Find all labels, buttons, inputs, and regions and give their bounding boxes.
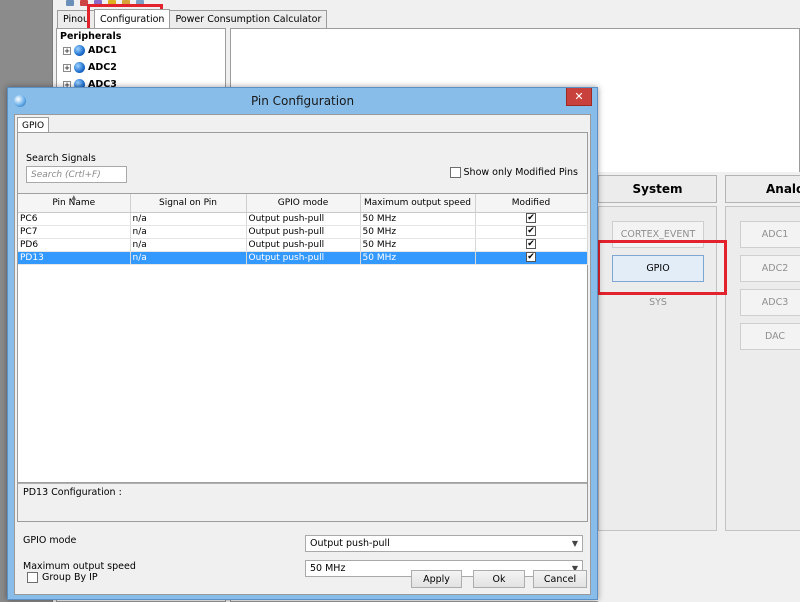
tree-item-adc2[interactable]: + ADC2 bbox=[63, 62, 117, 73]
adc1-button[interactable]: ADC1 bbox=[740, 221, 800, 248]
modified-checkbox[interactable]: ✔ bbox=[526, 226, 536, 236]
gpio-mode-select[interactable]: Output push-pull ▼ bbox=[305, 535, 583, 552]
toolbar-icon[interactable] bbox=[66, 0, 74, 6]
gpio-mode-cell: Output push-pull bbox=[246, 238, 361, 252]
checkbox-icon[interactable] bbox=[27, 572, 38, 583]
signal-cell: n/a bbox=[130, 238, 247, 252]
column-header-pin-name[interactable]: ▲ Pin Name bbox=[18, 194, 131, 213]
gpio-mode-cell: Output push-pull bbox=[246, 212, 361, 226]
globe-icon bbox=[74, 62, 85, 73]
dialog-title: Pin Configuration bbox=[250, 94, 355, 108]
pin-name-cell: PC6 bbox=[18, 212, 131, 226]
adc3-button[interactable]: ADC3 bbox=[740, 289, 800, 316]
pin-name-cell: PD6 bbox=[18, 238, 131, 252]
search-signals-label: Search Signals bbox=[26, 153, 96, 164]
modified-cell: ✔ bbox=[475, 238, 588, 252]
column-header-signal[interactable]: Signal on Pin bbox=[130, 194, 247, 213]
column-header-gpio-mode[interactable]: GPIO mode bbox=[246, 194, 361, 213]
column-header-modified[interactable]: Modified bbox=[475, 194, 588, 213]
column-header-max-speed[interactable]: Maximum output speed bbox=[360, 194, 476, 213]
modified-cell: ✔ bbox=[475, 212, 588, 226]
group-by-ip-checkbox[interactable]: Group By IP bbox=[27, 572, 98, 583]
signal-cell: n/a bbox=[130, 225, 247, 239]
show-only-modified-checkbox[interactable]: Show only Modified Pins bbox=[449, 167, 578, 178]
dac-button[interactable]: DAC bbox=[740, 323, 800, 350]
app-globe-icon bbox=[14, 95, 26, 107]
pins-table: ▲ Pin Name Signal on Pin GPIO mode Maximu… bbox=[18, 193, 588, 483]
pin-name-cell: PC7 bbox=[18, 225, 131, 239]
search-signals-input[interactable] bbox=[26, 166, 127, 183]
gpio-mode-cell: Output push-pull bbox=[246, 251, 361, 265]
tree-item-label: ADC2 bbox=[88, 62, 117, 73]
sort-arrow-icon: ▲ bbox=[71, 194, 77, 201]
max-speed-label: Maximum output speed bbox=[23, 561, 136, 572]
expand-icon[interactable]: + bbox=[63, 63, 71, 72]
divider bbox=[18, 483, 587, 484]
speed-cell: 50 MHz bbox=[360, 251, 476, 265]
modified-cell: ✔ bbox=[475, 251, 588, 265]
chevron-down-icon: ▼ bbox=[571, 539, 578, 548]
gpio-tab-panel: Search Signals Show only Modified Pins ▲… bbox=[17, 132, 588, 522]
pin-configuration-dialog: Pin Configuration ✕ GPIO Search Signals … bbox=[7, 87, 598, 600]
modified-cell: ✔ bbox=[475, 225, 588, 239]
tree-title: Peripherals bbox=[60, 31, 122, 42]
tree-item-adc1[interactable]: + ADC1 bbox=[63, 45, 117, 56]
gpio-mode-label: GPIO mode bbox=[23, 535, 77, 546]
pin-config-group: PD13 Configuration : bbox=[18, 483, 587, 521]
cancel-button[interactable]: Cancel bbox=[533, 570, 587, 588]
signal-cell: n/a bbox=[130, 212, 247, 226]
analog-category-header: Analog bbox=[725, 175, 800, 203]
main-tabs: Pinou Configuration Power Consumption Ca… bbox=[57, 9, 328, 28]
expand-icon[interactable]: + bbox=[63, 46, 71, 55]
tree-item-label: ADC1 bbox=[88, 45, 117, 56]
dialog-titlebar[interactable]: Pin Configuration ✕ bbox=[8, 88, 597, 114]
close-button[interactable]: ✕ bbox=[566, 88, 592, 106]
group-by-ip-label: Group By IP bbox=[42, 572, 98, 583]
gpio-mode-value: Output push-pull bbox=[310, 538, 390, 549]
checkbox-icon[interactable] bbox=[449, 167, 461, 178]
table-row-selected[interactable]: PD13 n/a Output push-pull 50 MHz ✔ bbox=[18, 251, 588, 265]
tab-power-consumption[interactable]: Power Consumption Calculator bbox=[169, 10, 328, 28]
tab-configuration[interactable]: Configuration bbox=[94, 9, 171, 28]
modified-checkbox[interactable]: ✔ bbox=[526, 239, 536, 249]
pin-name-cell: PD13 bbox=[18, 251, 131, 265]
pin-config-title: PD13 Configuration : bbox=[23, 487, 122, 498]
speed-cell: 50 MHz bbox=[360, 212, 476, 226]
table-row[interactable]: PD6 n/a Output push-pull 50 MHz ✔ bbox=[18, 238, 588, 252]
apply-button[interactable]: Apply bbox=[411, 570, 462, 588]
dialog-body: GPIO Search Signals Show only Modified P… bbox=[14, 114, 591, 595]
highlight-gpio-button bbox=[597, 240, 727, 295]
table-row[interactable]: PC6 n/a Output push-pull 50 MHz ✔ bbox=[18, 212, 588, 226]
show-only-modified-label: Show only Modified Pins bbox=[463, 167, 578, 178]
signal-cell: n/a bbox=[130, 251, 247, 265]
modified-checkbox[interactable]: ✔ bbox=[526, 213, 536, 223]
system-category-header: System bbox=[598, 175, 717, 203]
max-speed-value: 50 MHz bbox=[310, 563, 346, 574]
table-row[interactable]: PC7 n/a Output push-pull 50 MHz ✔ bbox=[18, 225, 588, 239]
speed-cell: 50 MHz bbox=[360, 225, 476, 239]
gpio-mode-cell: Output push-pull bbox=[246, 225, 361, 239]
tab-gpio[interactable]: GPIO bbox=[17, 117, 50, 133]
ok-button[interactable]: Ok bbox=[473, 570, 525, 588]
globe-icon bbox=[74, 45, 85, 56]
adc2-button[interactable]: ADC2 bbox=[740, 255, 800, 282]
speed-cell: 50 MHz bbox=[360, 238, 476, 252]
modified-checkbox[interactable]: ✔ bbox=[526, 252, 536, 262]
